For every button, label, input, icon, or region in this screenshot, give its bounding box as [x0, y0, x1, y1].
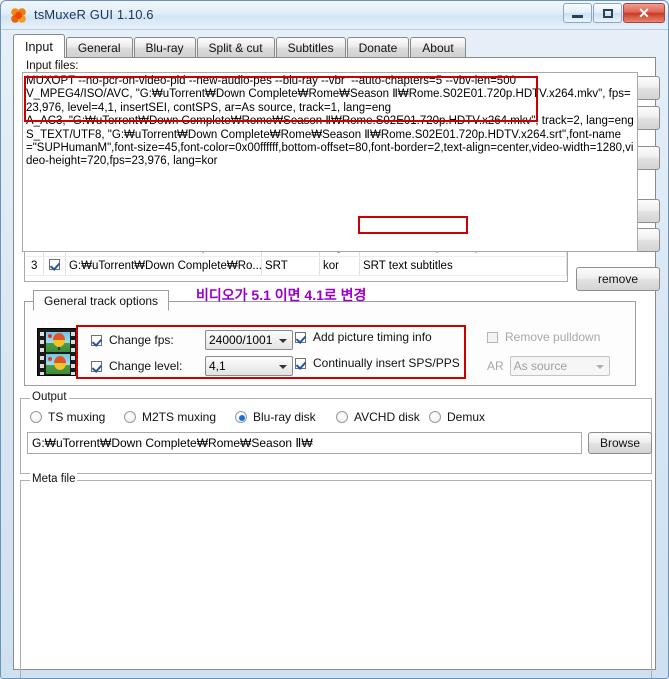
meta-file-textarea[interactable]: MUXOPT --no-pcr-on-video-pid --new-audio… — [22, 72, 638, 252]
output-path-input[interactable]: G:₩uTorrent₩Down Complete₩Rome₩Season Ⅱ₩ — [27, 432, 582, 454]
avchd-disk-radio[interactable] — [336, 411, 348, 423]
avchd-disk-label: AVCHD disk — [354, 410, 420, 424]
tab-split-cut[interactable]: Split & cut — [196, 37, 275, 58]
general-track-options-tab[interactable]: General track options — [33, 290, 170, 311]
blu-ray-disk-label: Blu-ray disk — [253, 410, 316, 424]
add-picture-timing-label: Add picture timing info — [313, 330, 432, 344]
input-files-label: Input files: — [24, 60, 81, 72]
chevron-down-icon — [595, 365, 604, 369]
title-bar: tsMuxeR GUI 1.10.6 ✕ — [1, 1, 668, 30]
change-fps-value: 24000/1001 — [209, 333, 273, 347]
row-codec: SRT — [261, 256, 320, 276]
input-tab-panel: Input files: G:₩uTorrent₩Down Complete₩R… — [13, 57, 660, 678]
row-source-file: G:₩uTorrent₩Down Complete₩Ro... — [65, 256, 262, 276]
output-mode-avchd[interactable]: AVCHD disk — [336, 410, 420, 424]
tab-about[interactable]: About — [410, 37, 466, 58]
demux-label: Demux — [447, 410, 486, 424]
browse-button[interactable]: Browse — [588, 432, 652, 454]
app-flower-icon — [11, 8, 26, 23]
change-level-value: 4,1 — [209, 359, 226, 373]
ar-row: AR As source — [487, 356, 610, 376]
ar-select: As source — [509, 356, 610, 376]
tab-donate[interactable]: Donate — [346, 37, 410, 58]
change-level-row: Change level: 4,1 — [91, 356, 293, 376]
meta-file-group — [20, 480, 652, 678]
minimize-icon — [572, 14, 583, 18]
remove-pulldown-checkbox — [487, 331, 498, 343]
film-strip-icon — [37, 328, 77, 376]
row-track-info: SRT text subtitles — [359, 256, 567, 276]
level-change-annotation: 비디오가 5.1 이면 4.1로 변경 — [196, 287, 367, 303]
tab-blu-ray[interactable]: Blu-ray — [133, 37, 196, 58]
app-window: tsMuxeR GUI 1.10.6 ✕ Input General Blu-r… — [0, 0, 669, 679]
close-button[interactable]: ✕ — [623, 3, 665, 23]
remove-pulldown-row: Remove pulldown — [487, 330, 600, 344]
tab-subtitles[interactable]: Subtitles — [275, 37, 346, 58]
tab-input[interactable]: Input — [13, 34, 65, 58]
ar-label: AR — [487, 359, 504, 373]
window-title: tsMuxeR GUI 1.10.6 — [34, 7, 154, 22]
track-enabled-checkbox[interactable] — [49, 259, 60, 270]
change-level-label: Change level: — [109, 359, 183, 373]
output-mode-ts[interactable]: TS muxing — [30, 410, 105, 424]
change-fps-checkbox[interactable] — [91, 334, 102, 346]
demux-radio[interactable] — [429, 411, 441, 423]
table-row[interactable]: 3 G:₩uTorrent₩Down Complete₩Ro... SRT ko… — [25, 256, 567, 276]
change-level-checkbox[interactable] — [91, 360, 102, 372]
continually-insert-label: Continually insert SPS/PPS — [313, 356, 460, 370]
row-checkbox-cell[interactable] — [43, 256, 66, 276]
ts-muxing-label: TS muxing — [48, 410, 106, 424]
ts-muxing-radio[interactable] — [30, 411, 42, 423]
add-picture-timing-checkbox[interactable] — [295, 331, 306, 343]
m2ts-muxing-label: M2TS muxing — [142, 410, 217, 424]
ar-value: As source — [513, 359, 568, 373]
row-index: 3 — [25, 256, 44, 276]
maximize-button[interactable] — [593, 3, 622, 23]
tab-bar: Input General Blu-ray Split & cut Subtit… — [13, 34, 656, 58]
change-fps-select[interactable]: 24000/1001 — [205, 330, 293, 350]
continually-insert-row: Continually insert SPS/PPS — [295, 356, 460, 370]
chevron-down-icon — [279, 365, 287, 369]
blu-ray-disk-radio[interactable] — [235, 411, 247, 423]
window-controls: ✕ — [563, 3, 665, 23]
change-fps-label: Change fps: — [109, 333, 174, 347]
remove-track-button[interactable]: remove — [576, 267, 660, 291]
m2ts-muxing-radio[interactable] — [124, 411, 136, 423]
meta-file-label: Meta file — [30, 473, 78, 485]
remove-pulldown-label: Remove pulldown — [505, 330, 601, 344]
tab-general[interactable]: General — [65, 37, 133, 58]
output-label: Output — [30, 391, 69, 403]
output-mode-demux[interactable]: Demux — [429, 410, 485, 424]
continually-insert-checkbox[interactable] — [295, 357, 306, 369]
maximize-icon — [602, 8, 613, 18]
add-picture-timing-row: Add picture timing info — [295, 330, 432, 344]
chevron-down-icon — [279, 339, 287, 343]
output-mode-m2ts[interactable]: M2TS muxing — [124, 410, 216, 424]
change-fps-row: Change fps: 24000/1001 — [91, 330, 293, 350]
general-track-options-group: General track options Change fps: 24000/… — [24, 290, 636, 386]
row-lang: kor — [319, 256, 360, 276]
minimize-button[interactable] — [563, 3, 592, 23]
output-mode-bluray[interactable]: Blu-ray disk — [235, 410, 316, 424]
change-level-select[interactable]: 4,1 — [205, 356, 293, 376]
